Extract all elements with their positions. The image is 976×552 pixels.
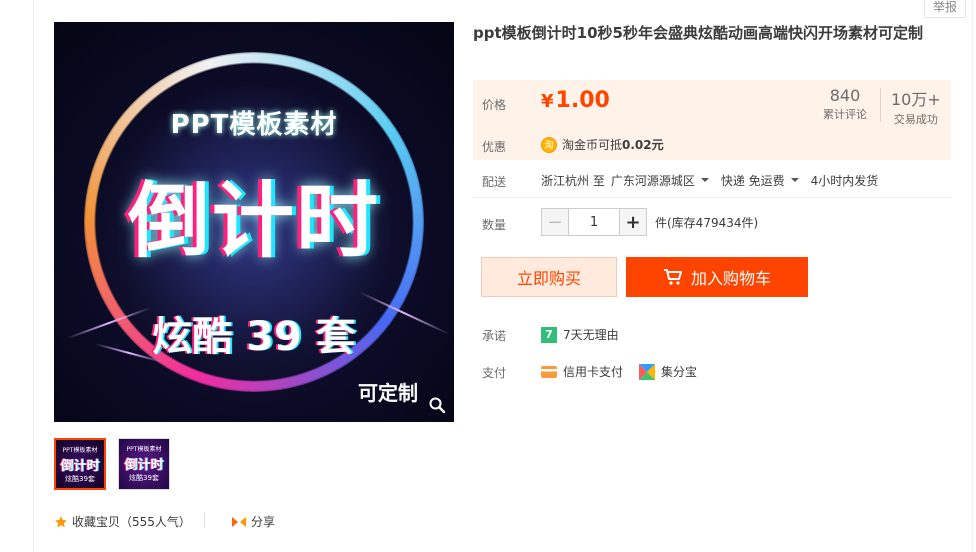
delivery-info: 浙江杭州 至 广东河源源城区 快递 免运费 4小时内发货 [541,172,884,189]
stat-divider [880,88,881,122]
star-icon [55,515,67,527]
share-icon [232,516,246,527]
delivery-from: 浙江杭州 至 [541,174,605,188]
price-panel: 价格 ¥1.00 840 累计评论 10万+ 交易成功 优惠 淘 淘金币可抵 0.… [473,80,951,160]
image-text-line4: 可定制 [358,381,418,405]
actions-divider [204,512,205,528]
image-text-line1: PPT模板素材 [170,110,338,140]
thumbnail-text: 倒计时 [124,458,164,473]
discount-label: 优惠 [482,140,507,154]
thumbnail-text: 炫酷39套 [65,475,95,483]
delivery-method-select[interactable]: 快递 免运费 [721,172,785,189]
quantity-increase-button[interactable]: + [619,208,647,236]
cart-icon [663,269,682,285]
share-button[interactable]: 分享 [231,513,275,530]
image-text-line3: 炫酷 39 套 [152,314,356,360]
collect-button[interactable]: 收藏宝贝（555人气） [54,513,191,530]
image-text-line2: 倒计时 [127,174,380,269]
delivery-to-select[interactable]: 广东河源源城区 [611,172,695,189]
page-right-border [972,0,973,552]
promise-text[interactable]: 7天无理由 [563,326,619,343]
chevron-down-icon[interactable] [700,177,709,182]
quantity-input[interactable] [569,208,619,236]
sales-count: 10万+ 交易成功 [891,86,941,127]
delivery-label: 配送 [482,175,507,189]
quantity-label: 数量 [482,218,507,232]
price-amount: 1.00 [555,88,610,113]
discount-text: 淘金币可抵 [562,138,623,152]
payment-label: 支付 [482,366,507,380]
thumbnail-text: PPT模板素材 [62,447,98,454]
sales-count-number: 10万+ [891,90,941,109]
quantity-stepper: − + 件(库存479434件) [541,208,758,236]
payment-jifenbao[interactable]: 集分宝 [639,363,697,380]
product-title: ppt模板倒计时10秒5秒年会盛典炫酷动画高端快闪开场素材可定制 [473,24,923,42]
payment-methods: 信用卡支付 集分宝 [541,363,713,380]
discount-info: 淘 淘金币可抵 0.02元 [541,136,664,153]
sales-count-label: 交易成功 [893,113,938,126]
report-link[interactable]: 举报 [923,0,966,18]
payment-credit-card[interactable]: 信用卡支付 [541,363,623,380]
delivery-time: 4小时内发货 [810,174,879,188]
price-label: 价格 [482,98,507,112]
thumbnail-text: PPT模板素材 [126,446,162,453]
review-count[interactable]: 840 累计评论 [823,86,867,122]
thumbnail-1[interactable]: PPT模板素材 倒计时 炫酷39套 [54,438,106,490]
review-count-label: 累计评论 [823,108,867,121]
add-to-cart-label: 加入购物车 [690,269,771,288]
buy-now-button[interactable]: 立即购买 [481,257,617,297]
credit-card-icon [541,365,557,378]
chevron-down-icon[interactable] [790,177,799,182]
taojinbi-coin-icon: 淘 [541,136,557,153]
share-label: 分享 [251,515,276,529]
discount-amount: 0.02元 [622,138,664,152]
zoom-icon[interactable] [428,396,446,414]
collect-label: 收藏宝贝（555人气） [72,515,191,529]
promise-label: 承诺 [482,329,507,343]
seven-day-return-icon: 7 [541,326,557,343]
price-value: ¥1.00 [541,88,610,113]
review-count-number: 840 [829,86,861,105]
stock-info: 件(库存479434件) [655,215,759,230]
main-product-image[interactable]: PPT模板素材 倒计时 炫酷 39 套 可定制 [54,22,454,422]
add-to-cart-button[interactable]: 加入购物车 [626,257,808,297]
payment-method-label: 集分宝 [661,365,698,379]
currency-symbol: ¥ [541,91,554,112]
payment-method-label: 信用卡支付 [563,365,624,379]
thumbnail-text: 炫酷39套 [129,474,159,482]
jifenbao-icon [639,363,656,380]
page-left-border [33,0,34,552]
promise-info: 7 7天无理由 [541,326,619,343]
thumbnail-text: 倒计时 [60,459,100,474]
delivery-divider [473,197,951,198]
thumbnail-2[interactable]: PPT模板素材 倒计时 炫酷39套 [118,438,170,490]
quantity-decrease-button[interactable]: − [541,208,569,236]
